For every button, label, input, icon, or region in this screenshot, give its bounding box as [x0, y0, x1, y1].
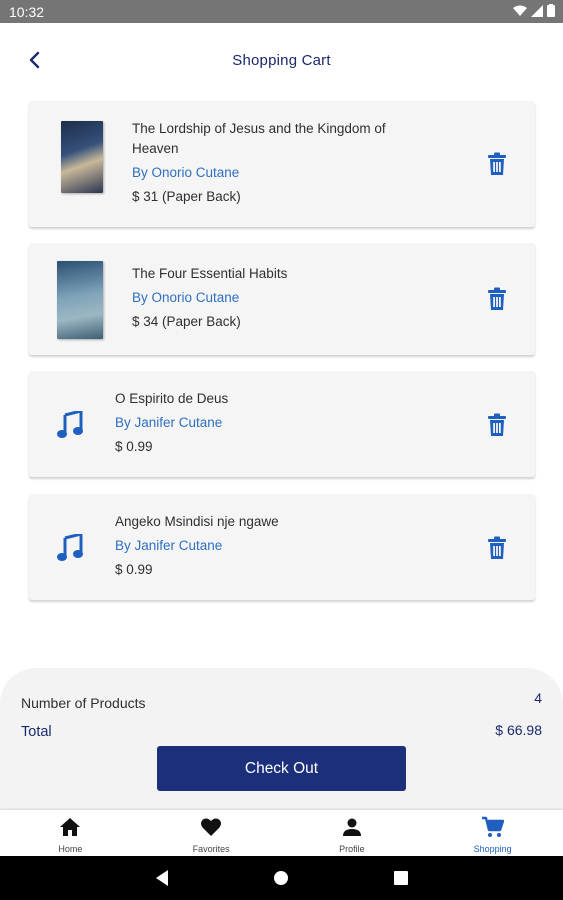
item-title: The Four Essential Habits	[132, 266, 288, 281]
person-icon	[342, 818, 361, 836]
system-navigation-bar	[0, 856, 563, 900]
item-price: $ 0.99	[115, 562, 153, 577]
heart-icon	[201, 818, 222, 836]
delete-icon[interactable]	[486, 536, 508, 560]
battery-icon	[547, 4, 555, 17]
system-recents-icon[interactable]	[394, 871, 408, 885]
total-label: Total	[21, 724, 52, 740]
app-header: Shopping Cart	[0, 23, 563, 95]
item-title: O Espirito de Deus	[115, 391, 229, 406]
total-value: $ 66.98	[495, 722, 542, 738]
bottom-navigation: Home Favorites Profile Shopping	[0, 810, 563, 856]
cart-item[interactable]: The Four Essential Habits By Onorio Cuta…	[29, 243, 535, 355]
status-bar: 10:32	[0, 0, 563, 23]
nav-label: Profile	[339, 844, 365, 854]
book-cover-image	[57, 261, 103, 339]
music-note-icon	[57, 534, 83, 561]
cart-item[interactable]: The Lordship of Jesus and the Kingdom of…	[29, 101, 535, 227]
nav-label: Shopping	[473, 844, 512, 854]
wifi-icon	[513, 5, 527, 16]
music-note-icon	[57, 411, 83, 438]
nav-item-favorites[interactable]: Favorites	[141, 810, 282, 856]
products-count-value: 4	[534, 690, 542, 706]
page-title: Shopping Cart	[232, 52, 331, 69]
book-cover-image	[61, 121, 103, 193]
shopping-cart-screen: 10:32 Shopping Cart The Lordship of Jesu…	[0, 0, 563, 900]
products-count-label: Number of Products	[21, 695, 146, 711]
item-title: Angeko Msindisi nje ngawe	[115, 514, 279, 529]
item-author[interactable]: By Janifer Cutane	[115, 538, 222, 553]
cart-item[interactable]: Angeko Msindisi nje ngawe By Janifer Cut…	[29, 494, 535, 600]
nav-item-profile[interactable]: Profile	[282, 810, 423, 856]
nav-item-shopping[interactable]: Shopping	[422, 810, 563, 856]
nav-label: Home	[58, 844, 83, 854]
nav-item-home[interactable]: Home	[0, 810, 141, 856]
item-title: The Lordship of Jesus and the Kingdom of…	[132, 121, 386, 156]
status-time: 10:32	[9, 4, 45, 20]
item-price: $ 34 (Paper Back)	[132, 314, 241, 329]
item-price: $ 31 (Paper Back)	[132, 189, 241, 204]
item-price: $ 0.99	[115, 439, 153, 454]
nav-label: Favorites	[192, 844, 230, 854]
checkout-button[interactable]: Check Out	[157, 746, 406, 791]
delete-icon[interactable]	[486, 152, 508, 176]
cart-summary: Number of Products 4 Total $ 66.98 Check…	[0, 668, 563, 813]
item-author[interactable]: By Onorio Cutane	[132, 290, 239, 305]
cart-icon	[481, 816, 504, 837]
system-home-icon[interactable]	[273, 870, 289, 886]
status-icons	[513, 4, 555, 17]
delete-icon[interactable]	[486, 287, 508, 311]
delete-icon[interactable]	[486, 413, 508, 437]
cart-item[interactable]: O Espirito de Deus By Janifer Cutane $ 0…	[29, 371, 535, 477]
item-author[interactable]: By Janifer Cutane	[115, 415, 222, 430]
signal-icon	[531, 4, 543, 17]
system-back-icon[interactable]	[154, 869, 170, 887]
item-author[interactable]: By Onorio Cutane	[132, 165, 239, 180]
home-icon	[60, 818, 81, 836]
